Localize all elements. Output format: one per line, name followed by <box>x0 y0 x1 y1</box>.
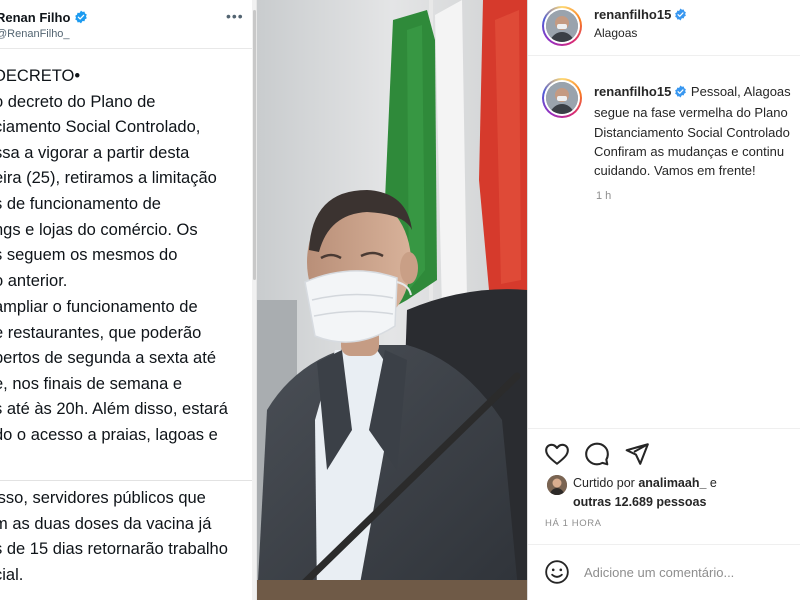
tweet-line: bertos de segunda a sexta até <box>0 349 216 368</box>
tweet-panel: Renan Filho @RenanFilho_ ••• DECRETO• o … <box>0 0 257 600</box>
liked-by-prefix: Curtido por <box>573 476 635 490</box>
tweet-line: eira (25), retiramos a limitação <box>0 169 217 188</box>
avatar-ring <box>544 8 580 44</box>
tweet-line: ciamento Social Controlado, <box>0 118 201 137</box>
comment-bar <box>528 544 800 600</box>
caption-line: renanfilho15 Pessoal, Alagoas <box>594 82 800 103</box>
liked-by-user[interactable]: analimaah_ <box>638 476 706 490</box>
caption-line: cuidando. Vamos em frente! <box>594 163 756 179</box>
verified-badge-icon <box>674 8 687 24</box>
tweet-line: cial. <box>0 565 24 584</box>
tweet-line: do o acesso a praias, lagoas e <box>0 425 218 444</box>
tweet-line: ssa a vigorar a partir desta <box>0 143 190 162</box>
verified-badge-icon <box>74 10 88 27</box>
post-location[interactable]: Alagoas <box>594 26 637 40</box>
photo-illustration <box>257 0 527 600</box>
tweet-text-paragraph-3: isso, servidores públicos que m as duas … <box>0 486 256 588</box>
avatar-ring <box>544 80 580 116</box>
divider <box>0 480 252 481</box>
post-caption: renanfilho15 Pessoal, Alagoas segue na f… <box>594 82 800 180</box>
caption-timestamp[interactable]: 1 h <box>596 190 611 202</box>
send-icon[interactable] <box>624 441 650 467</box>
liker-avatar[interactable] <box>547 475 567 495</box>
tweet-author-name[interactable]: Renan Filho <box>0 10 70 25</box>
tweet-line: ngs e lojas do comércio. Os <box>0 220 198 239</box>
tweet-line: m as duas doses da vacina já <box>0 514 212 533</box>
post-actions <box>528 428 800 474</box>
liked-by-others[interactable]: outras 12.689 pessoas <box>573 495 706 509</box>
tweet-line: o decreto do Plano de <box>0 92 156 111</box>
username-text[interactable]: renanfilho15 <box>594 7 671 22</box>
caption-avatar[interactable] <box>542 78 582 118</box>
caption-line: Distanciamento Social Controlado <box>594 124 790 140</box>
liked-by-conj: e <box>709 476 717 490</box>
face-mask <box>304 270 398 343</box>
heart-icon[interactable] <box>544 441 570 467</box>
divider <box>0 48 252 49</box>
tweet-line: DECRETO• <box>0 67 81 85</box>
caption-line: segue na fase vermelha do Plano <box>594 105 788 121</box>
more-horizontal-icon[interactable]: ••• <box>226 8 244 24</box>
post-header: renanfilho15 Alagoas <box>528 0 800 56</box>
tweet-line: s até às 20h. Além disso, estará <box>0 400 228 419</box>
instagram-panel: renanfilho15 Alagoas renanfilho15 Pessoa… <box>527 0 800 600</box>
desk <box>257 580 527 600</box>
avatar-image <box>546 10 578 42</box>
tweet-line: ampliar o funcionamento de <box>0 298 198 316</box>
tweet-author[interactable]: Renan Filho <box>0 10 88 27</box>
tweet-line: o anterior. <box>0 271 68 290</box>
governor-photo <box>257 0 527 600</box>
tweet-line: s de funcionamento de <box>0 194 161 213</box>
emoji-icon[interactable] <box>544 559 570 585</box>
tweet-text-paragraph-2: ampliar o funcionamento de e restaurante… <box>0 295 256 449</box>
likes-text: Curtido por analimaah_ e outras 12.689 p… <box>573 474 800 511</box>
tweet-text-paragraph-1: DECRETO• o decreto do Plano de ciamento … <box>0 64 256 294</box>
post-timestamp[interactable]: HÁ 1 HORA <box>545 518 602 529</box>
tweet-line: s de 15 dias retornarão trabalho <box>0 540 228 559</box>
tweet-line: s seguem os mesmos do <box>0 246 178 265</box>
avatar-image <box>546 82 578 114</box>
caption-line: Confiram as mudanças e continu <box>594 143 785 159</box>
verified-badge-icon <box>674 84 687 103</box>
post-username[interactable]: renanfilho15 <box>594 7 687 24</box>
tweet-handle[interactable]: @RenanFilho_ <box>0 28 70 40</box>
tweet-line: isso, servidores públicos que <box>0 489 206 507</box>
likes-summary: Curtido por analimaah_ e outras 12.689 p… <box>544 474 800 514</box>
scrollbar-thumb[interactable] <box>253 10 256 280</box>
tweet-header: Renan Filho @RenanFilho_ ••• <box>0 4 256 44</box>
caption-text: Pessoal, Alagoas <box>690 84 791 99</box>
comment-input[interactable] <box>584 561 794 583</box>
caption-username[interactable]: renanfilho15 <box>594 84 671 99</box>
avatar[interactable] <box>542 6 582 46</box>
tweet-line: e, nos finais de semana e <box>0 374 183 393</box>
tweet-line: e restaurantes, que poderão <box>0 323 202 342</box>
comment-icon[interactable] <box>584 441 610 467</box>
